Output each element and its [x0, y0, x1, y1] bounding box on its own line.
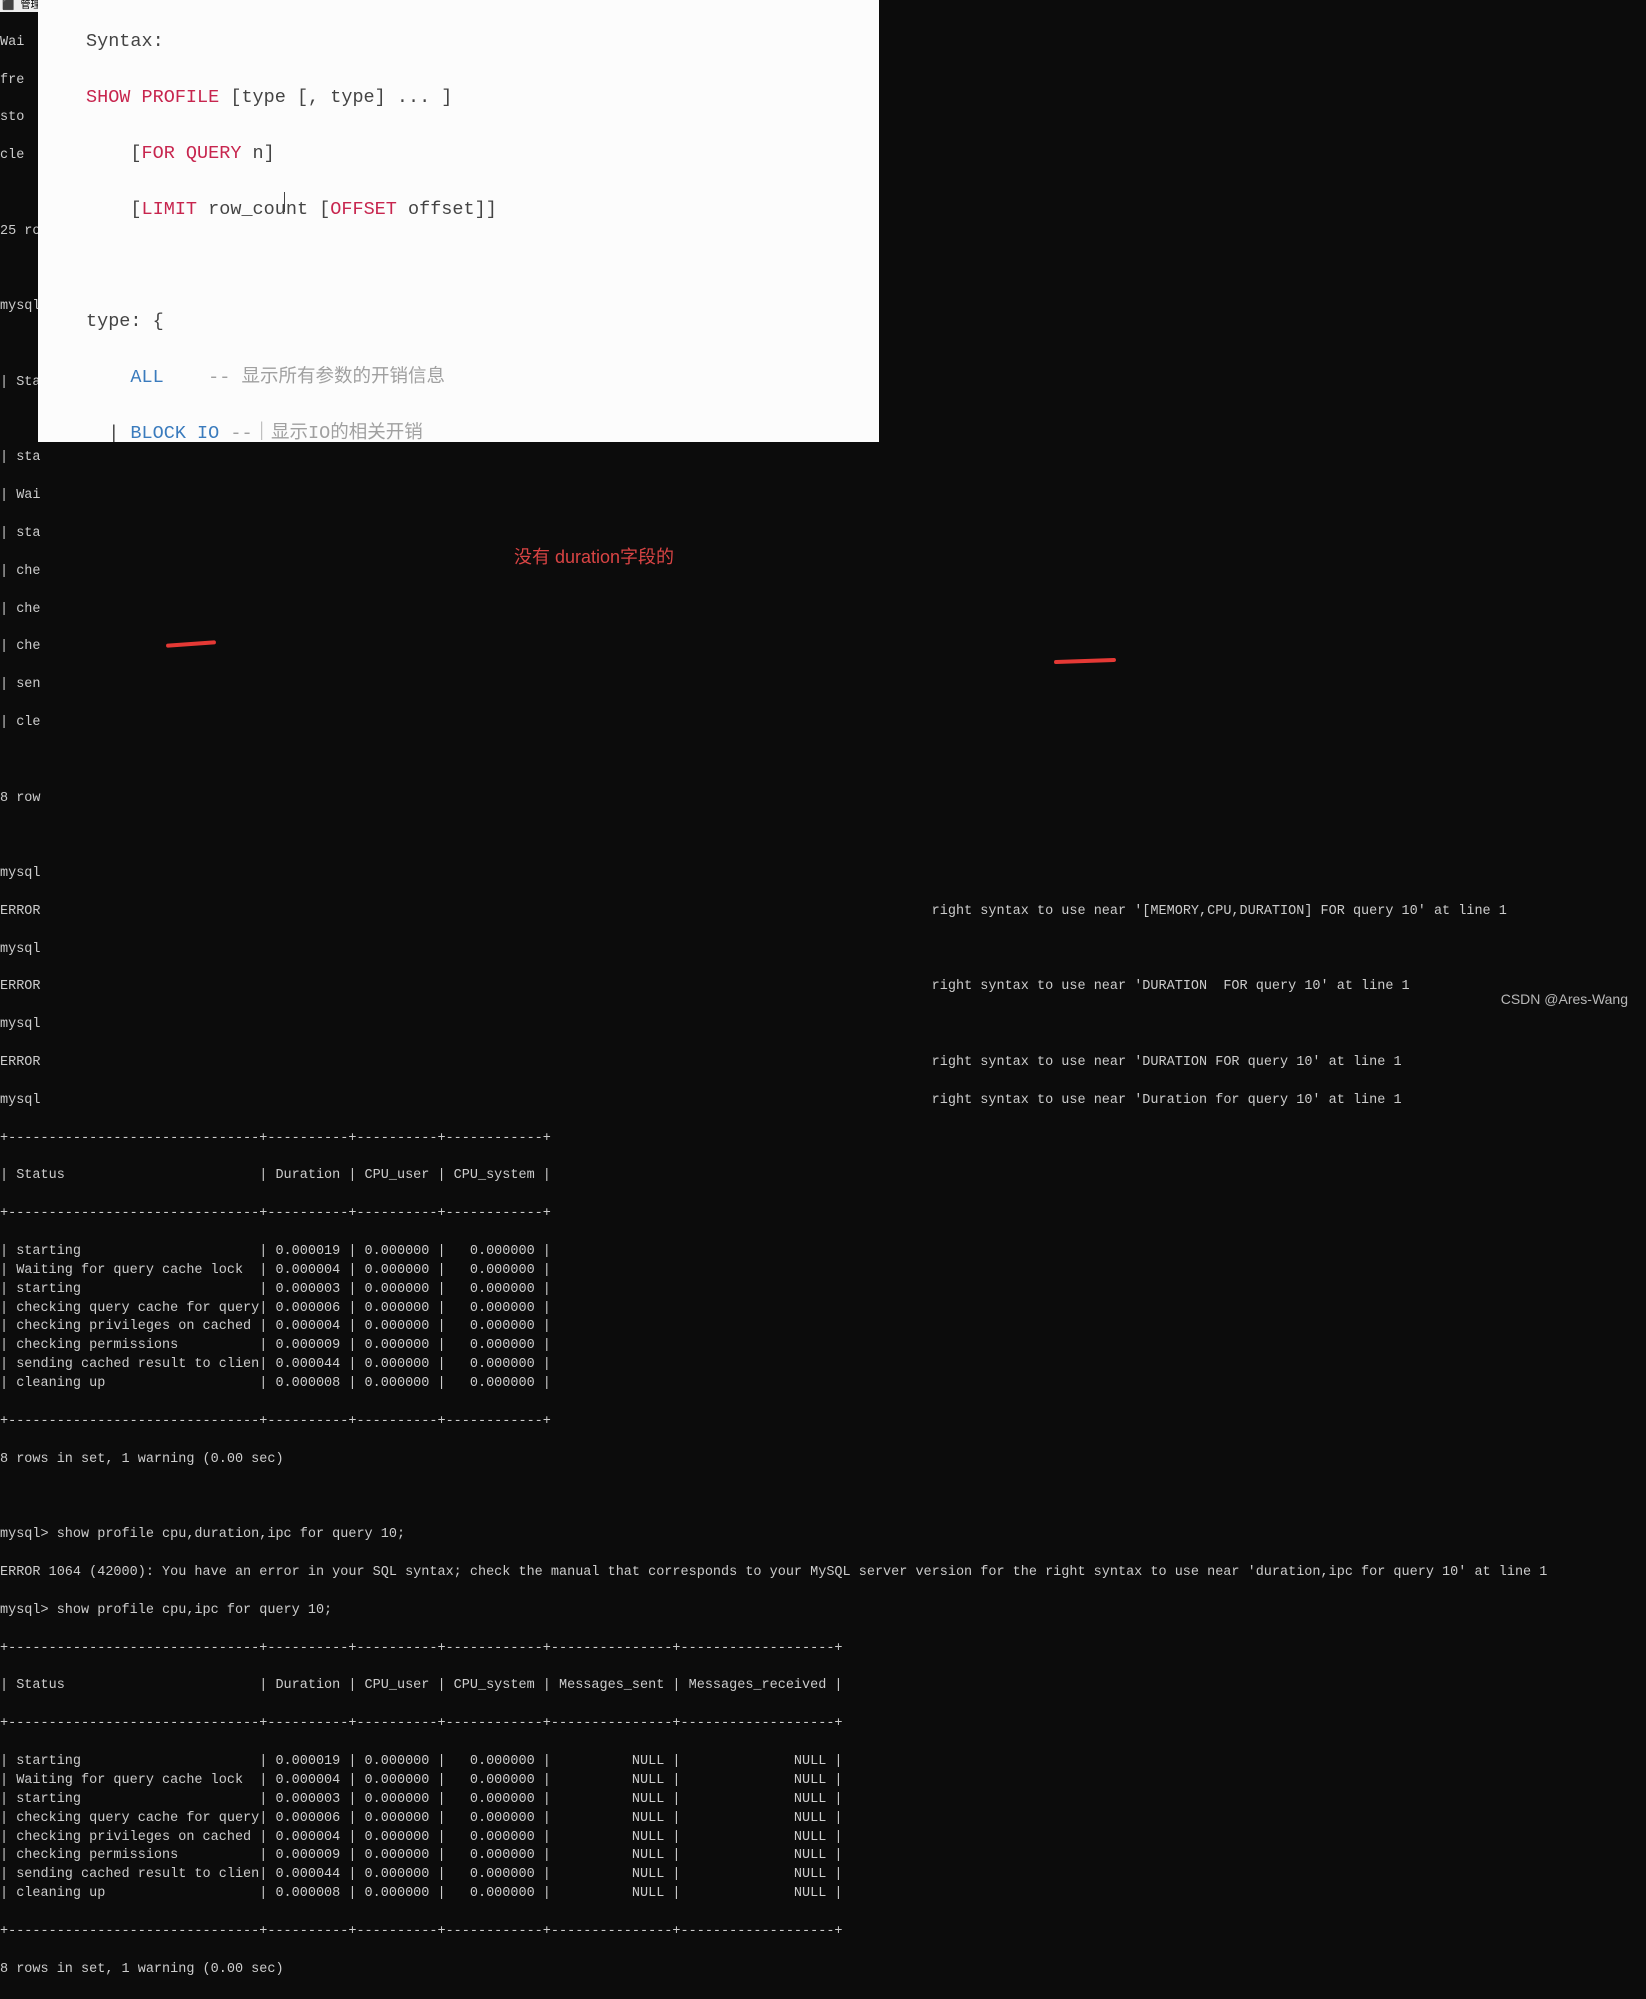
table-row: | sending cached result to clien| 0.0000… [0, 1866, 1646, 1885]
bg-prompt: mysql [0, 865, 1646, 884]
table-row: | starting | 0.000019 | 0.000000 | 0.000… [0, 1243, 1646, 1262]
table-row: | cleaning up | 0.000008 | 0.000000 | 0.… [0, 1375, 1646, 1394]
doc-type-open: type: { [86, 308, 879, 336]
table-row: | sending cached result to clien| 0.0000… [0, 1356, 1646, 1375]
table-row: | checking query cache for query| 0.0000… [0, 1810, 1646, 1829]
table-divider: +-------------------------------+-------… [0, 1923, 1646, 1942]
table-row: | checking privileges on cached | 0.0000… [0, 1318, 1646, 1337]
table-row: | starting | 0.000003 | 0.000000 | 0.000… [0, 1281, 1646, 1300]
bg-prompt: mysql [0, 941, 1646, 960]
table-row: | checking permissions | 0.000009 | 0.00… [0, 1847, 1646, 1866]
doc-blockio: | BLOCK IO --｜显示IO的相关开销 [86, 420, 879, 442]
doc-limit: [LIMIT row_count [OFFSET offset]] [86, 196, 879, 224]
watermark-text: CSDN @Ares-Wang [1501, 990, 1628, 1010]
mysql-cmd[interactable]: mysql> show profile cpu,ipc for query 10… [0, 1602, 1646, 1621]
table-divider: +-------------------------------+-------… [0, 1205, 1646, 1224]
bg-line: | che [0, 638, 1646, 657]
table-row: | Waiting for query cache lock | 0.00000… [0, 1772, 1646, 1791]
table-row: | checking privileges on cached | 0.0000… [0, 1829, 1646, 1848]
blank [0, 1488, 1646, 1507]
doc-blank [86, 252, 879, 280]
syntax-help-overlay: Syntax: SHOW PROFILE [type [, type] ... … [38, 0, 879, 442]
bg-line: | che [0, 601, 1646, 620]
table-row: | Waiting for query cache lock | 0.00000… [0, 1262, 1646, 1281]
bg-error: ERROR right syntax to use near 'DURATION… [0, 1054, 1646, 1073]
doc-show-profile: SHOW PROFILE [type [, type] ... ] [86, 84, 879, 112]
bg-line: | che [0, 563, 1646, 582]
result-footer: 8 rows in set, 1 warning (0.00 sec) [0, 1451, 1646, 1470]
annotation-text: 没有 duration字段的 [514, 545, 674, 570]
bg-line: | sta [0, 449, 1646, 468]
doc-all: ALL -- 显示所有参数的开销信息 [86, 364, 879, 392]
table-divider: +-------------------------------+-------… [0, 1640, 1646, 1659]
result-footer: 8 rows in set, 1 warning (0.00 sec) [0, 1961, 1646, 1980]
bg-line: | cle [0, 714, 1646, 733]
table-row: | checking permissions | 0.000009 | 0.00… [0, 1337, 1646, 1356]
table-row: | checking query cache for query| 0.0000… [0, 1300, 1646, 1319]
mysql-error: ERROR 1064 (42000): You have an error in… [0, 1564, 1646, 1583]
bg-line: | sta [0, 525, 1646, 544]
table-row: | starting | 0.000019 | 0.000000 | 0.000… [0, 1753, 1646, 1772]
doc-for-query: [FOR QUERY n] [86, 140, 879, 168]
table-row: | cleaning up | 0.000008 | 0.000000 | 0.… [0, 1885, 1646, 1904]
bg-prompt: mysql [0, 1016, 1646, 1035]
text-cursor-icon [284, 192, 285, 212]
bg-line: | sen [0, 676, 1646, 695]
table-row: | starting | 0.000003 | 0.000000 | 0.000… [0, 1791, 1646, 1810]
mysql-cmd[interactable]: mysql> show profile cpu,duration,ipc for… [0, 1526, 1646, 1545]
table-divider: +-------------------------------+-------… [0, 1130, 1646, 1149]
bg-empty [0, 752, 1646, 771]
table-header: | Status | Duration | CPU_user | CPU_sys… [0, 1167, 1646, 1186]
table-header: | Status | Duration | CPU_user | CPU_sys… [0, 1677, 1646, 1696]
table-divider: +-------------------------------+-------… [0, 1413, 1646, 1432]
bg-empty [0, 827, 1646, 846]
table-divider: +-------------------------------+-------… [0, 1715, 1646, 1734]
bg-error: mysql right syntax to use near 'Duration… [0, 1092, 1646, 1111]
bg-line: | Wai [0, 487, 1646, 506]
bg-error: ERROR right syntax to use near '[MEMORY,… [0, 903, 1646, 922]
doc-syntax-label: Syntax: [86, 28, 879, 56]
bg-line: 8 row [0, 790, 1646, 809]
bg-error: ERROR right syntax to use near 'DURATION… [0, 978, 1646, 997]
